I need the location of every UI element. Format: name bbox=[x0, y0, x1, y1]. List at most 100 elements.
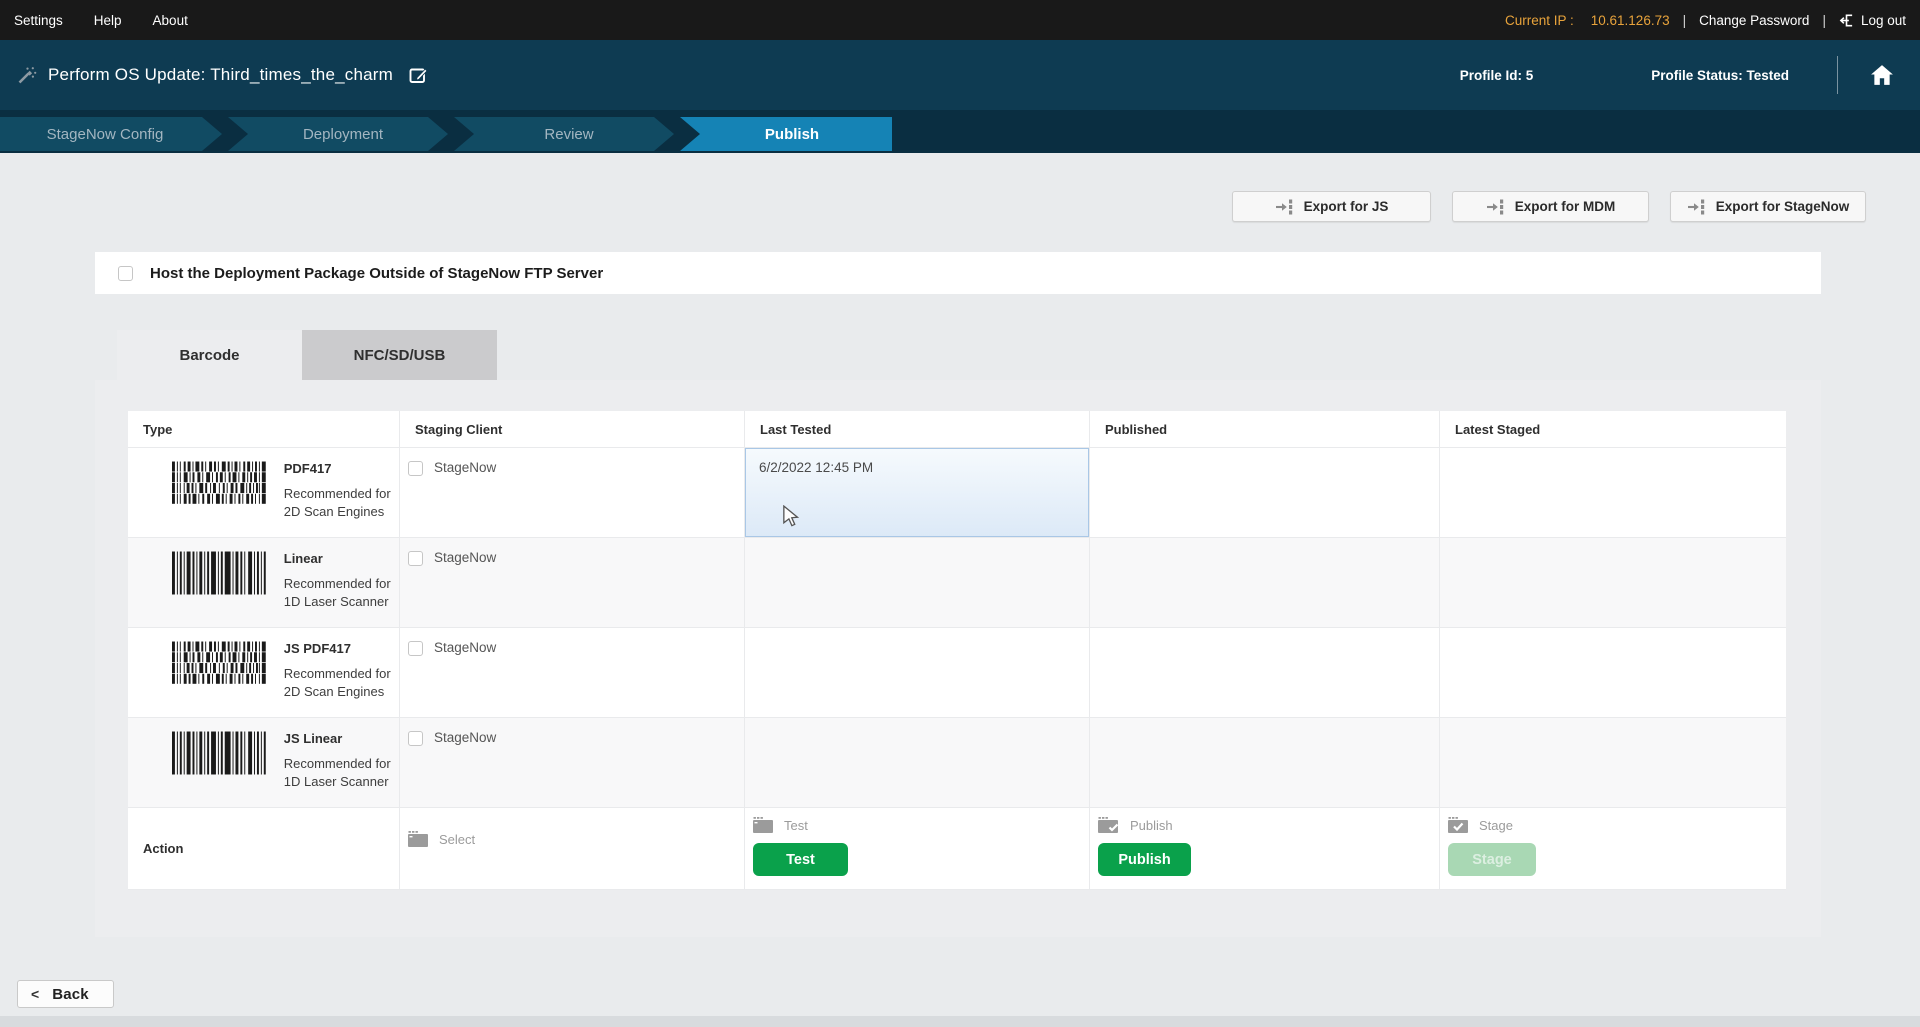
column-header-latest-staged: Latest Staged bbox=[1440, 411, 1786, 448]
table-row-linear-staging-client: StageNow bbox=[400, 538, 745, 628]
barcode-type-name: PDF417 bbox=[284, 461, 399, 476]
table-row-pdf417-staging-client: StageNow bbox=[400, 448, 745, 538]
back-chevron-icon: < bbox=[31, 986, 39, 1002]
action-stage-cell: Stage Stage bbox=[1440, 808, 1786, 890]
step-label: Review bbox=[544, 126, 593, 143]
select-window-icon bbox=[408, 831, 428, 847]
publish-button[interactable]: Publish bbox=[1098, 843, 1191, 876]
barcode-type-name: JS Linear bbox=[284, 731, 399, 746]
action-row-label: Action bbox=[128, 808, 400, 890]
export-button-label: Export for JS bbox=[1304, 199, 1389, 214]
column-header-last-tested: Last Tested bbox=[745, 411, 1090, 448]
tab-label: Barcode bbox=[179, 347, 239, 364]
step-publish-active[interactable]: Publish bbox=[680, 117, 892, 151]
pdf417-barcode-image bbox=[172, 461, 266, 505]
barcode-type-name: JS PDF417 bbox=[284, 641, 399, 656]
logout-link[interactable]: Log out bbox=[1839, 13, 1906, 28]
change-password-link[interactable]: Change Password bbox=[1699, 13, 1809, 28]
cell-published-linear bbox=[1090, 538, 1440, 628]
stage-button-disabled: Stage bbox=[1448, 843, 1536, 876]
wizard-step-bar: StageNow Config Deployment Review Publis… bbox=[0, 110, 1920, 153]
table-row-js-linear-staging-client: StageNow bbox=[400, 718, 745, 808]
table-row-js-linear-type: JS Linear Recommended for 1D Laser Scann… bbox=[128, 718, 400, 808]
stagenow-label: StageNow bbox=[434, 640, 496, 655]
host-package-label: Host the Deployment Package Outside of S… bbox=[150, 265, 603, 282]
column-header-type: Type bbox=[128, 411, 400, 448]
separator: | bbox=[1822, 13, 1826, 28]
menu-help[interactable]: Help bbox=[94, 13, 122, 28]
logout-icon bbox=[1839, 13, 1854, 28]
cell-latest-staged-js-pdf417 bbox=[1440, 628, 1786, 718]
action-test-cell: Test Test bbox=[745, 808, 1090, 890]
cell-last-tested-js-linear bbox=[745, 718, 1090, 808]
current-ip-value: 10.61.126.73 bbox=[1591, 13, 1670, 28]
barcode-type-description: Recommended for 1D Laser Scanner bbox=[284, 755, 399, 791]
action-select-cell: Select bbox=[400, 808, 745, 890]
wizard-wand-icon bbox=[16, 65, 37, 86]
menu-about[interactable]: About bbox=[153, 13, 188, 28]
profile-header: Perform OS Update: Third_times_the_charm… bbox=[0, 40, 1920, 110]
table-row-js-pdf417-staging-client: StageNow bbox=[400, 628, 745, 718]
stagenow-checkbox[interactable] bbox=[408, 731, 423, 746]
export-icon bbox=[1687, 199, 1706, 215]
tab-barcode[interactable]: Barcode bbox=[117, 330, 302, 380]
tab-nfc-sd-usb[interactable]: NFC/SD/USB bbox=[302, 330, 497, 380]
profile-status: Profile Status: Tested bbox=[1651, 68, 1789, 83]
table-row-linear-type: Linear Recommended for 1D Laser Scanner bbox=[128, 538, 400, 628]
stagenow-checkbox[interactable] bbox=[408, 551, 423, 566]
pdf417-barcode-image bbox=[172, 641, 266, 685]
back-button-label: Back bbox=[52, 986, 89, 1003]
barcode-type-name: Linear bbox=[284, 551, 399, 566]
stage-window-icon bbox=[1448, 817, 1468, 833]
step-label: Deployment bbox=[303, 126, 383, 143]
export-icon bbox=[1486, 199, 1505, 215]
cell-published-js-pdf417 bbox=[1090, 628, 1440, 718]
host-package-bar: Host the Deployment Package Outside of S… bbox=[95, 252, 1821, 294]
column-header-published: Published bbox=[1090, 411, 1440, 448]
separator: | bbox=[1683, 13, 1687, 28]
stagenow-checkbox[interactable] bbox=[408, 641, 423, 656]
page-title: Perform OS Update: Third_times_the_charm bbox=[48, 65, 393, 85]
edit-profile-name-button[interactable] bbox=[409, 65, 429, 85]
linear-barcode-image bbox=[172, 551, 266, 595]
export-for-stagenow-button[interactable]: Export for StageNow bbox=[1670, 191, 1866, 222]
step-label: StageNow Config bbox=[47, 126, 164, 143]
stagenow-label: StageNow bbox=[434, 550, 496, 565]
cell-published-js-linear bbox=[1090, 718, 1440, 808]
barcode-table: Type Staging Client Last Tested Publishe… bbox=[128, 411, 1786, 890]
test-button[interactable]: Test bbox=[753, 843, 848, 876]
top-menu-bar: Settings Help About Current IP : 10.61.1… bbox=[0, 0, 1920, 40]
step-label: Publish bbox=[765, 126, 819, 143]
publish-label: Publish bbox=[1130, 818, 1173, 833]
test-label: Test bbox=[784, 818, 808, 833]
export-for-js-button[interactable]: Export for JS bbox=[1232, 191, 1431, 222]
export-button-label: Export for StageNow bbox=[1716, 199, 1850, 214]
cell-latest-staged-linear bbox=[1440, 538, 1786, 628]
step-review[interactable]: Review bbox=[454, 117, 674, 151]
step-stagenow-config[interactable]: StageNow Config bbox=[0, 117, 222, 151]
cell-latest-staged-js-linear bbox=[1440, 718, 1786, 808]
delivery-tabs: Barcode NFC/SD/USB bbox=[117, 330, 497, 380]
export-for-mdm-button[interactable]: Export for MDM bbox=[1452, 191, 1649, 222]
cell-published-pdf417 bbox=[1090, 448, 1440, 538]
linear-barcode-image bbox=[172, 731, 266, 775]
export-icon bbox=[1275, 199, 1294, 215]
cell-last-tested-js-pdf417 bbox=[745, 628, 1090, 718]
stagenow-checkbox[interactable] bbox=[408, 461, 423, 476]
logout-label: Log out bbox=[1861, 13, 1906, 28]
select-label: Select bbox=[439, 832, 475, 847]
host-package-checkbox[interactable] bbox=[118, 266, 133, 281]
table-row-pdf417-type: PDF417 Recommended for 2D Scan Engines bbox=[128, 448, 400, 538]
tab-label: NFC/SD/USB bbox=[354, 347, 446, 364]
menu-settings[interactable]: Settings bbox=[14, 13, 63, 28]
home-button[interactable] bbox=[1870, 64, 1894, 86]
cell-last-tested-pdf417[interactable]: 6/2/2022 12:45 PM bbox=[745, 448, 1090, 538]
back-button[interactable]: < Back bbox=[17, 980, 114, 1008]
stage-label: Stage bbox=[1479, 818, 1513, 833]
step-deployment[interactable]: Deployment bbox=[228, 117, 448, 151]
current-ip-label: Current IP : bbox=[1505, 13, 1574, 28]
horizontal-scrollbar-track[interactable] bbox=[0, 1016, 1920, 1027]
cell-latest-staged-pdf417 bbox=[1440, 448, 1786, 538]
action-publish-cell: Publish Publish bbox=[1090, 808, 1440, 890]
barcode-type-description: Recommended for 2D Scan Engines bbox=[284, 665, 399, 701]
